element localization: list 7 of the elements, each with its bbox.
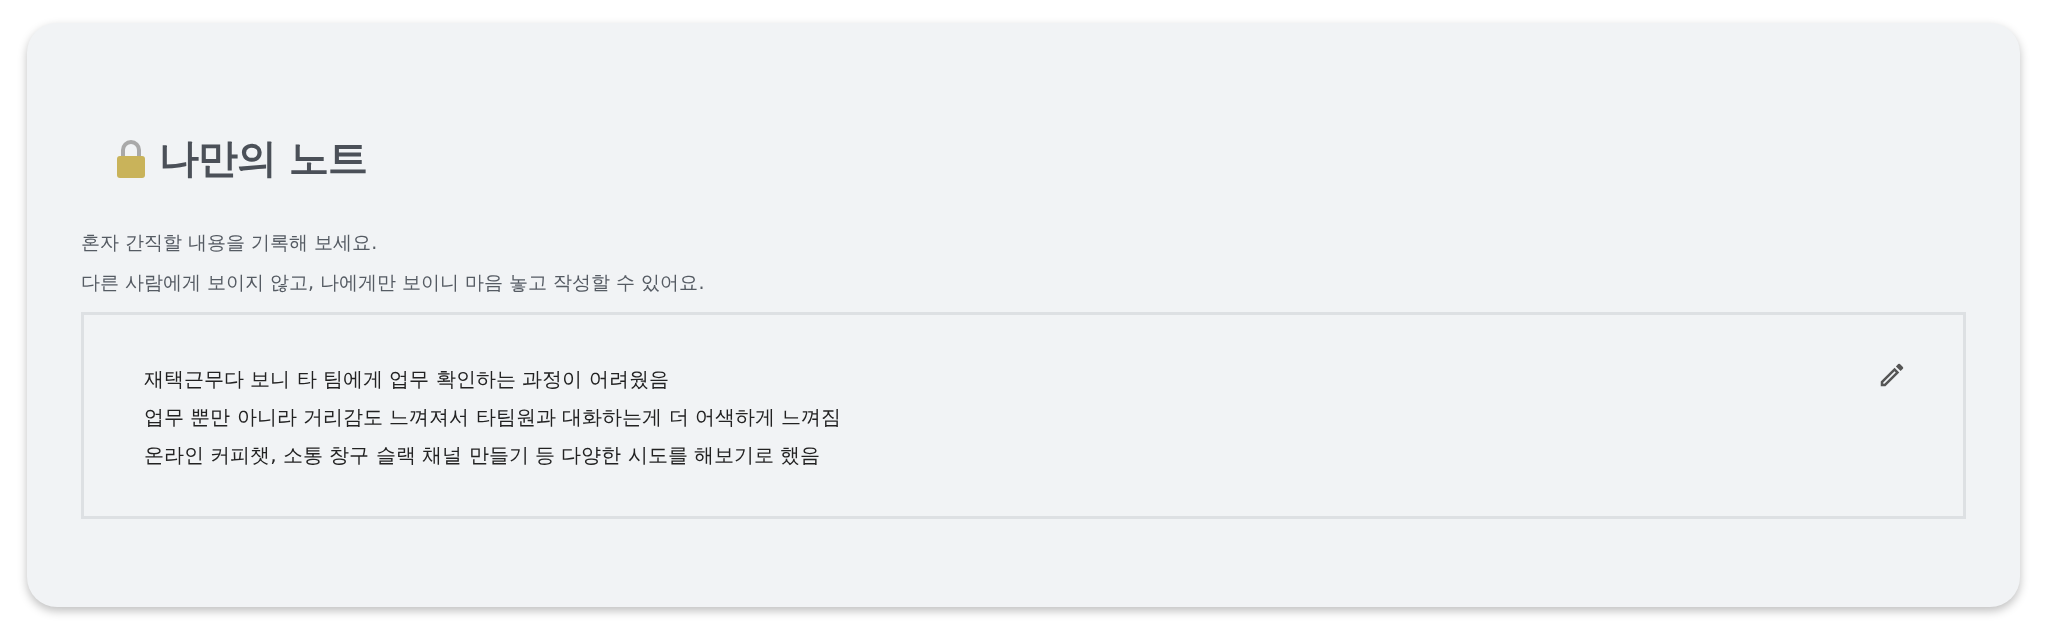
page-title: 나만의 노트	[159, 134, 367, 183]
description-text: 혼자 간직할 내용을 기록해 보세요.	[81, 230, 379, 255]
note-text: 업무 뿐만 아니라 거리감도 느껴져서 타팀원과 대화하는게 더 어색하게 느껴짐	[144, 404, 842, 431]
lock-icon	[115, 138, 147, 179]
note-text: 온라인 커피챗, 소통 창구 슬랙 채널 만들기 등 다양한 시도를 해보기로 했음	[144, 442, 822, 469]
note-text: 재택근무다 보니 타 팀에게 업무 확인하는 과정이 어려웠음	[144, 366, 670, 393]
description-text: 다른 사람에게 보이지 않고, 나에게만 보이니 마음 놓고 작성할 수 있어요.	[81, 270, 706, 295]
